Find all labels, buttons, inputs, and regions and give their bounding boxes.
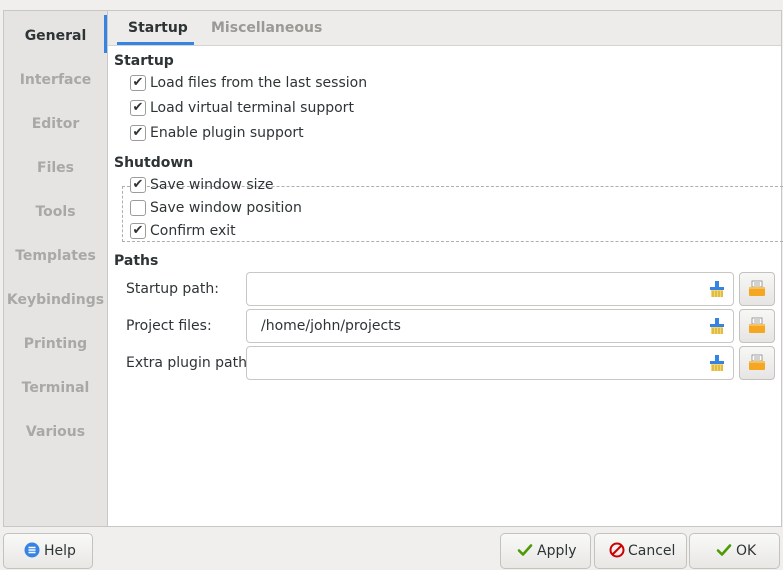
sidebar-item-terminal[interactable]: Terminal: [4, 377, 107, 399]
load-vte-support-checkbox[interactable]: ✔: [130, 100, 146, 116]
active-tab-indicator: [117, 42, 194, 45]
save-window-position-label: Save window position: [150, 200, 302, 216]
sidebar-item-templates[interactable]: Templates: [4, 245, 107, 267]
project-files-value[interactable]: /home/john/projects: [261, 316, 401, 336]
tab-bar: Startup Miscellaneous: [108, 11, 781, 46]
startup-path-label: Startup path:: [126, 281, 219, 297]
sidebar-item-editor[interactable]: Editor: [4, 113, 107, 135]
edit-clear-icon[interactable]: [709, 317, 725, 335]
extra-plugin-path-browse-button[interactable]: [739, 346, 775, 380]
apply-button[interactable]: Apply: [500, 533, 591, 569]
startup-path-browse-button[interactable]: [739, 272, 775, 306]
save-window-position-checkbox[interactable]: [130, 200, 146, 216]
sidebar-item-interface[interactable]: Interface: [4, 69, 107, 91]
load-files-last-session-label: Load files from the last session: [150, 75, 368, 91]
folder-open-icon: [749, 354, 765, 370]
project-files-field[interactable]: /home/john/projects: [246, 309, 734, 343]
cancel-button[interactable]: Cancel: [594, 533, 687, 569]
tab-startup[interactable]: Startup: [128, 11, 188, 45]
sidebar-item-various[interactable]: Various: [4, 421, 107, 443]
checkmark-icon: [716, 544, 732, 556]
help-icon: [24, 542, 40, 558]
project-files-browse-button[interactable]: [739, 309, 775, 343]
ok-button-label: OK: [736, 543, 757, 559]
help-button-label: Help: [44, 543, 76, 559]
sidebar-item-general[interactable]: General: [4, 25, 107, 47]
save-window-size-checkbox[interactable]: ✔: [130, 177, 146, 193]
checkmark-icon: ✔: [132, 100, 144, 115]
tab-miscellaneous[interactable]: Miscellaneous: [211, 11, 322, 45]
load-files-last-session-checkbox[interactable]: ✔: [130, 75, 146, 91]
startup-path-field[interactable]: [246, 272, 734, 306]
confirm-exit-checkbox[interactable]: ✔: [130, 223, 146, 239]
checkmark-icon: ✔: [132, 223, 144, 238]
preferences-frame: General Interface Editor Files Tools Tem…: [3, 10, 783, 527]
sidebar-item-printing[interactable]: Printing: [4, 333, 107, 355]
edit-clear-icon[interactable]: [709, 280, 725, 298]
checkmark-icon: ✔: [132, 177, 144, 192]
enable-plugin-support-checkbox[interactable]: ✔: [130, 125, 146, 141]
folder-open-icon: [749, 280, 765, 296]
confirm-exit-label: Confirm exit: [150, 223, 236, 239]
checkmark-icon: [517, 544, 533, 556]
shutdown-heading: Shutdown: [114, 155, 194, 171]
checkmark-icon: ✔: [132, 125, 144, 140]
apply-button-label: Apply: [537, 543, 577, 559]
load-vte-support-label: Load virtual terminal support: [150, 100, 354, 116]
save-window-size-label: Save window size: [150, 177, 274, 193]
startup-heading: Startup: [114, 53, 174, 69]
edit-clear-icon[interactable]: [709, 354, 725, 372]
ok-button[interactable]: OK: [689, 533, 780, 569]
cancel-icon: [609, 542, 625, 558]
cancel-button-label: Cancel: [628, 543, 676, 559]
sidebar-item-keybindings[interactable]: Keybindings: [4, 289, 107, 311]
extra-plugin-path-field[interactable]: [246, 346, 734, 380]
checkmark-icon: ✔: [132, 75, 144, 90]
enable-plugin-support-label: Enable plugin support: [150, 125, 304, 141]
project-files-label: Project files:: [126, 318, 212, 334]
sidebar-item-tools[interactable]: Tools: [4, 201, 107, 223]
sidebar-item-files[interactable]: Files: [4, 157, 107, 179]
sidebar: General Interface Editor Files Tools Tem…: [4, 11, 107, 526]
folder-open-icon: [749, 317, 765, 333]
extra-plugin-path-label: Extra plugin path:: [126, 355, 252, 371]
content-pane: Startup Miscellaneous Startup ✔ Load fil…: [108, 11, 783, 526]
paths-heading: Paths: [114, 253, 159, 269]
help-button[interactable]: Help: [3, 533, 93, 569]
